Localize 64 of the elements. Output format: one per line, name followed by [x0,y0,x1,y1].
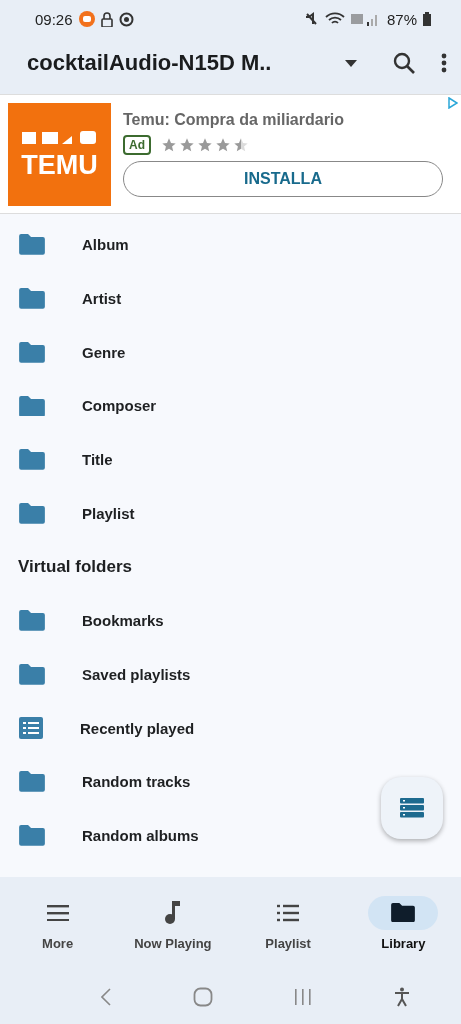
library-row[interactable]: Random albums [0,808,461,863]
library-row[interactable]: Composer [0,379,461,433]
menu-icon [46,904,69,921]
folder-icon [19,825,45,846]
folder-icon [19,663,45,685]
row-label: Genre [82,343,126,361]
list-icon [19,717,43,740]
row-label: Saved playlists [82,665,191,683]
back-icon[interactable] [100,987,111,1006]
row-label: Random tracks [82,773,191,791]
nav-label[interactable]: Playlist [265,935,311,951]
library-row[interactable]: Genre [0,325,461,380]
app-title: cocktailAudio-N15D M.. [27,50,272,76]
dropdown-caret-icon[interactable] [345,59,357,67]
library-row[interactable]: Artist [0,271,461,326]
row-label: Random albums [82,826,199,844]
row-label: Title [82,451,113,469]
server-list-icon [400,798,424,818]
folder-icon [19,771,45,793]
folder-icon [19,341,45,363]
folder-icon [19,288,45,309]
recent-apps-icon[interactable] [294,987,313,1006]
list-icon [277,903,300,922]
nav-label[interactable]: Library [381,935,426,951]
app-notification-icon [78,11,95,27]
library-row[interactable]: Bookmarks [0,593,461,648]
ad-title: Temu: Compra da miliardario [123,111,346,129]
home-icon[interactable] [192,986,213,1007]
folder-icon [19,449,45,470]
queue-button[interactable] [381,777,443,839]
logo-text: TEMU [21,149,98,181]
folder-icon [19,395,45,417]
search-icon[interactable] [393,52,415,74]
library-row[interactable]: Title [0,432,461,487]
ad-choices-icon[interactable] [448,97,458,109]
nav-label[interactable]: Now Playing [134,935,212,951]
library-row[interactable]: Album [0,218,461,272]
library-row[interactable]: Playlist [0,486,461,541]
folder-icon [391,902,416,923]
lock-icon [100,11,113,27]
row-label: Album [82,236,129,254]
music-note-icon [164,900,181,925]
folder-icon [19,502,45,524]
nav-tab[interactable] [368,895,439,930]
folder-icon [19,610,45,632]
row-label: Composer [82,397,157,415]
row-label: Artist [82,290,122,308]
install-button[interactable]: INSTALLA [123,161,443,197]
library-row[interactable]: Saved playlists [0,647,461,702]
battery-percent: 87% [386,10,417,28]
folder-icon [19,234,45,256]
more-options-icon[interactable] [441,53,447,73]
status-time: 09:26 [35,10,73,28]
accessibility-icon[interactable] [394,986,411,1007]
row-label: Playlist [82,504,135,522]
library-row[interactable]: Random tracks [0,754,461,809]
row-label: Bookmarks [82,612,164,630]
nav-label[interactable]: More [42,935,74,951]
ad-label: Ad [123,135,151,155]
library-row[interactable]: Recently played [0,701,461,755]
row-label: Recently played [80,719,195,737]
section-heading: Virtual folders [18,556,132,577]
circle-icon [118,11,134,27]
battery-icon [423,12,431,26]
